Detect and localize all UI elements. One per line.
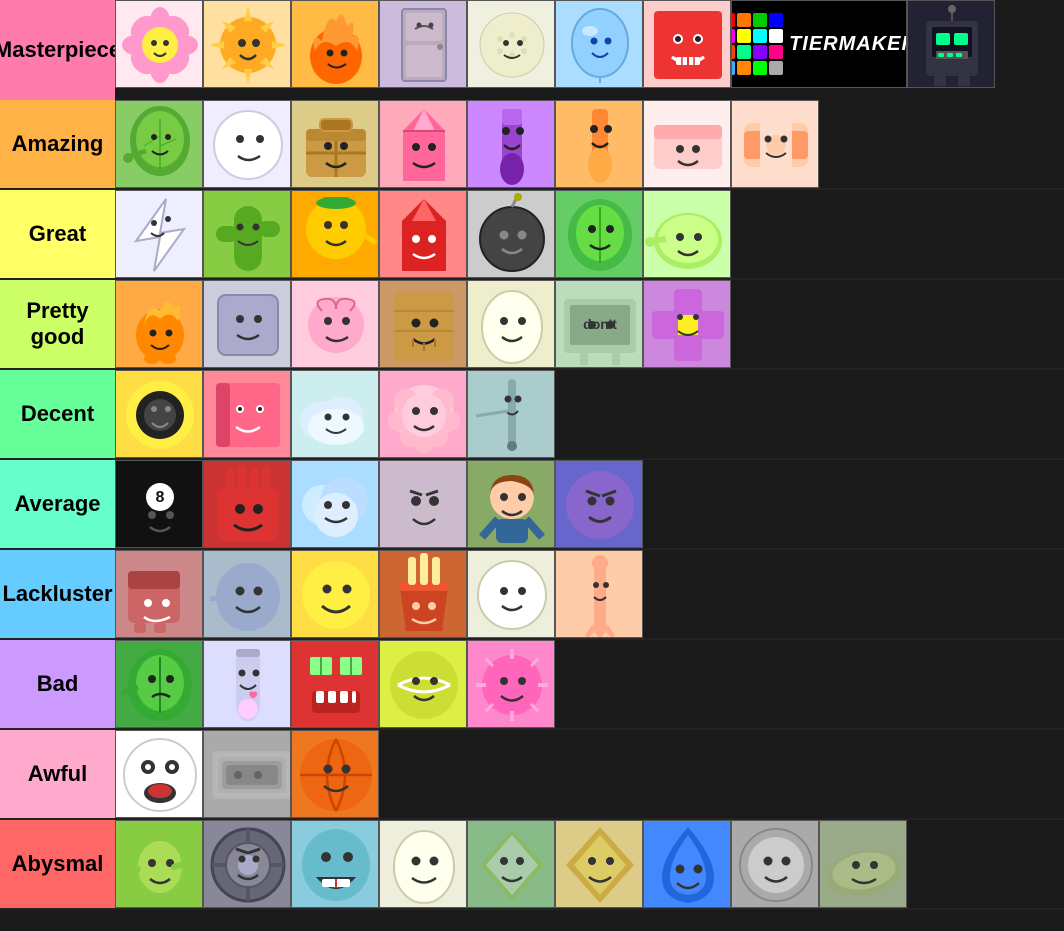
tier-item <box>379 0 467 88</box>
tier-label-awful: Awful <box>0 730 115 818</box>
tier-item <box>467 100 555 188</box>
tier-item <box>643 190 731 278</box>
tier-item <box>291 460 379 548</box>
tier-item <box>291 280 379 368</box>
tier-item <box>907 0 995 88</box>
tier-item <box>291 0 379 88</box>
tier-item <box>203 730 291 818</box>
tier-item <box>115 370 203 458</box>
tier-item <box>379 280 467 368</box>
tier-item <box>203 460 291 548</box>
tier-item <box>115 100 203 188</box>
tier-item <box>555 0 643 88</box>
tier-item <box>467 0 555 88</box>
tier-item <box>467 550 555 638</box>
tier-label-abysmal: Abysmal <box>0 820 115 908</box>
tier-item <box>643 0 731 88</box>
tier-item <box>731 100 819 188</box>
tier-label-great: Great <box>0 190 115 278</box>
tier-label-prettygood: Pretty good <box>0 280 115 368</box>
tier-label-bad: Bad <box>0 640 115 728</box>
tier-item <box>379 100 467 188</box>
tier-item <box>379 190 467 278</box>
tier-item <box>819 820 907 908</box>
tier-item <box>115 730 203 818</box>
tier-item <box>115 280 203 368</box>
tier-item: 8 <box>115 460 203 548</box>
tier-item <box>467 460 555 548</box>
tier-item <box>203 100 291 188</box>
tier-item <box>203 280 291 368</box>
tier-item <box>115 820 203 908</box>
tier-item <box>643 820 731 908</box>
tier-item <box>291 190 379 278</box>
tier-item <box>115 550 203 638</box>
tier-item <box>291 370 379 458</box>
tier-item <box>291 730 379 818</box>
tier-item <box>379 460 467 548</box>
tier-label-decent: Decent <box>0 370 115 458</box>
tier-item <box>291 820 379 908</box>
tier-item <box>467 370 555 458</box>
tier-label-masterpiece: Masterpiece <box>0 0 115 100</box>
tier-label-average: Average <box>0 460 115 548</box>
tier-label-lackluster: Lackluster <box>0 550 115 638</box>
tier-item <box>291 640 379 728</box>
tier-item <box>203 820 291 908</box>
tier-item <box>379 820 467 908</box>
tier-item: don't <box>555 280 643 368</box>
tier-item <box>203 0 291 88</box>
tier-item <box>115 0 203 88</box>
tier-item <box>643 280 731 368</box>
tier-item <box>555 550 643 638</box>
tier-item <box>467 190 555 278</box>
tiermaker-text: TIERMAKER <box>789 33 907 56</box>
tier-item <box>555 820 643 908</box>
tier-label-amazing: Amazing <box>0 100 115 188</box>
tier-item <box>731 820 819 908</box>
tier-item <box>115 640 203 728</box>
tier-item <box>379 550 467 638</box>
tier-item <box>555 100 643 188</box>
tiermaker-logo-box: TIERMAKER <box>731 0 907 88</box>
tier-item <box>643 100 731 188</box>
tier-item <box>467 820 555 908</box>
tier-item <box>555 460 643 548</box>
tier-item <box>291 550 379 638</box>
tier-item <box>203 370 291 458</box>
tier-item <box>555 190 643 278</box>
tier-item <box>467 280 555 368</box>
tier-item <box>379 640 467 728</box>
tier-list: Masterpiece <box>0 0 1064 910</box>
tier-item <box>203 190 291 278</box>
tier-item <box>115 190 203 278</box>
tier-item <box>203 550 291 638</box>
svg-text:8: 8 <box>156 489 165 506</box>
tier-item <box>467 640 555 728</box>
tier-item <box>379 370 467 458</box>
tier-item <box>291 100 379 188</box>
tier-item <box>203 640 291 728</box>
